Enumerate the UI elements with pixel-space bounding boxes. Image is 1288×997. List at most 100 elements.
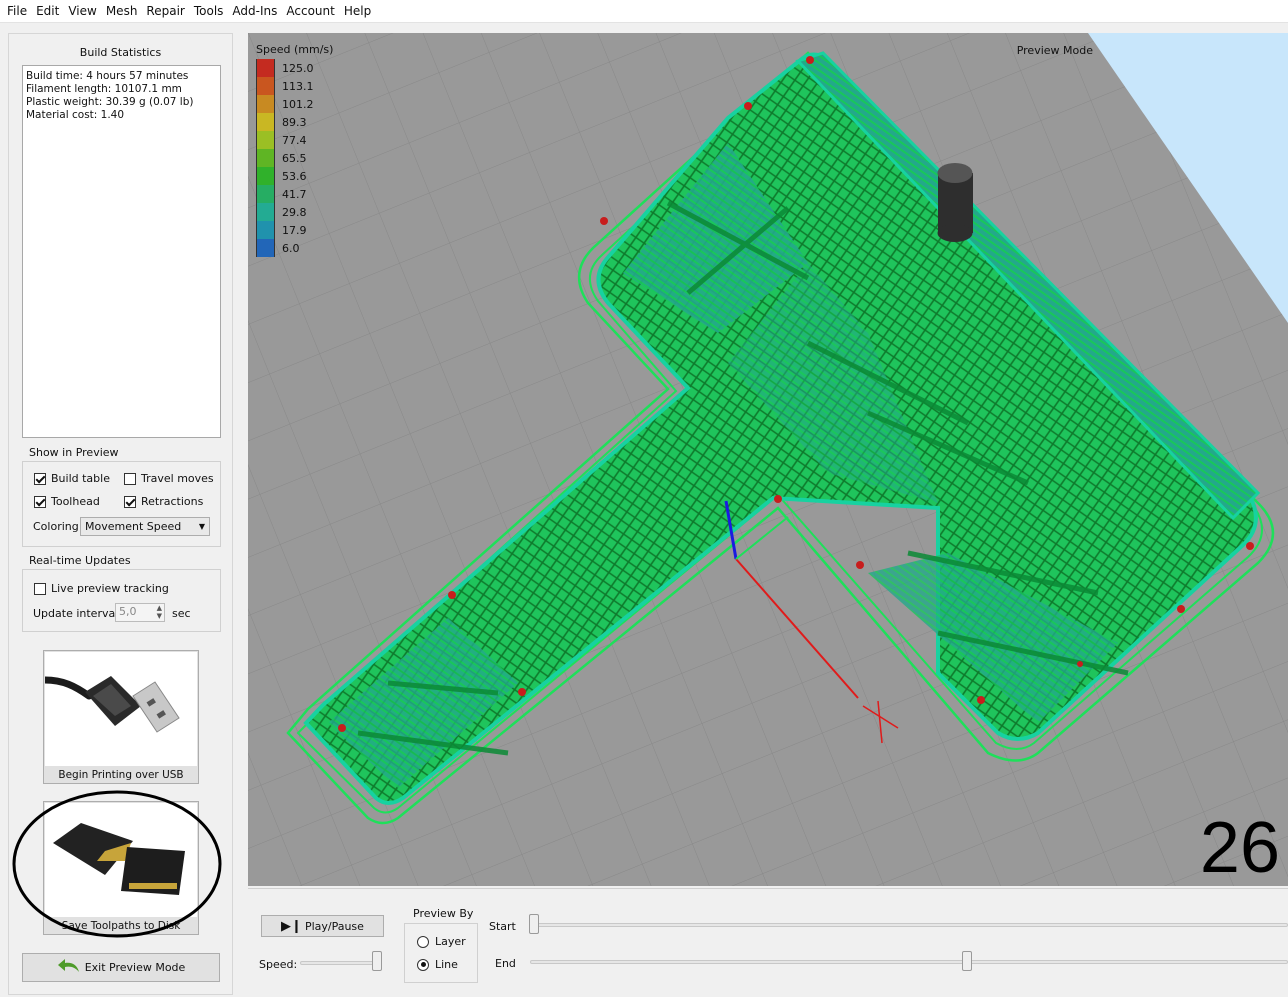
play-pause-label: Play/Pause	[304, 919, 364, 933]
legend-value: 101.2	[282, 97, 314, 111]
line-radio[interactable]: Line	[417, 958, 458, 971]
menu-edit[interactable]: Edit	[32, 4, 63, 18]
legend-entry: 53.6	[256, 167, 333, 185]
build-table-label: Build table	[51, 472, 110, 485]
legend-entry: 89.3	[256, 113, 333, 131]
menu-account[interactable]: Account	[282, 4, 338, 18]
menu-view[interactable]: View	[64, 4, 100, 18]
legend-value: 77.4	[282, 133, 307, 147]
legend-swatch	[256, 185, 275, 203]
play-pause-icon: ▶❙	[281, 918, 302, 934]
layer-radio[interactable]: Layer	[417, 935, 466, 948]
legend-swatch	[256, 131, 275, 149]
coloring-label: Coloring	[33, 520, 79, 533]
realtime-updates-group: Live preview tracking Update interval 5,…	[22, 569, 221, 632]
line-radio-dot[interactable]	[417, 958, 429, 971]
menu-repair[interactable]: Repair	[142, 4, 188, 18]
coloring-select[interactable]: Movement Speed ▼	[80, 517, 210, 536]
legend-entry: 125.0	[256, 59, 333, 77]
layer-number: 26	[1199, 808, 1280, 886]
speed-slider-track[interactable]	[300, 961, 382, 965]
menu-bar: File Edit View Mesh Repair Tools Add-Ins…	[0, 0, 1288, 23]
legend-swatch	[256, 239, 275, 257]
toolhead-checkbox[interactable]: Toolhead	[34, 495, 100, 508]
travel-moves-label: Travel moves	[141, 472, 214, 485]
end-label: End	[495, 957, 516, 970]
legend-entry: 65.5	[256, 149, 333, 167]
line-radio-label: Line	[435, 958, 458, 971]
legend-swatch	[256, 221, 275, 239]
realtime-updates-title: Real-time Updates	[29, 554, 131, 567]
material-cost-text: Material cost: 1.40	[26, 109, 125, 121]
playback-controls: ▶❙ Play/Pause Speed: Preview By Layer Li…	[248, 888, 1288, 997]
speed-label: Speed:	[259, 958, 298, 971]
exit-preview-mode-label: Exit Preview Mode	[84, 961, 186, 974]
toolpath-render	[248, 33, 1288, 886]
start-label: Start	[489, 920, 516, 933]
legend-value: 53.6	[282, 169, 307, 183]
start-slider-handle[interactable]	[529, 914, 539, 934]
legend-entry: 29.8	[256, 203, 333, 221]
build-table-checkbox[interactable]: Build table	[34, 472, 110, 485]
legend-swatch	[256, 77, 275, 95]
layer-radio-dot[interactable]	[417, 935, 429, 948]
legend-entry: 6.0	[256, 239, 333, 257]
menu-mesh[interactable]: Mesh	[102, 4, 142, 18]
left-panel: Build Statistics Build time: 4 hours 57 …	[8, 33, 233, 995]
legend-entry: 17.9	[256, 221, 333, 239]
retractions-checkbox[interactable]: Retractions	[124, 495, 203, 508]
speed-slider-handle[interactable]	[372, 951, 382, 971]
menu-add-ins[interactable]: Add-Ins	[228, 4, 281, 18]
menu-file[interactable]: File	[3, 4, 31, 18]
legend-value: 125.0	[282, 61, 314, 75]
build-table-check[interactable]	[34, 472, 46, 485]
legend-value: 89.3	[282, 115, 307, 129]
legend-value: 29.8	[282, 205, 307, 219]
begin-printing-usb-label: Begin Printing over USB	[58, 769, 184, 781]
toolhead-check[interactable]	[34, 495, 46, 508]
spin-arrows-icon[interactable]: ▲ ▼	[157, 604, 162, 620]
preview-by-group: Layer Line	[404, 923, 478, 983]
legend-entry: 113.1	[256, 77, 333, 95]
legend-value: 113.1	[282, 79, 314, 93]
coloring-value: Movement Speed	[85, 520, 182, 533]
live-preview-label: Live preview tracking	[51, 582, 169, 595]
end-slider-handle[interactable]	[962, 951, 972, 971]
travel-moves-check[interactable]	[124, 472, 136, 485]
legend-title: Speed (mm/s)	[256, 43, 334, 56]
show-in-preview-title: Show in Preview	[29, 446, 119, 459]
3d-preview-viewport[interactable]: Speed (mm/s) 125.0 113.1 101.2 89.3 77.4 65.5…	[248, 33, 1288, 886]
menu-tools[interactable]: Tools	[190, 4, 228, 18]
show-in-preview-group: Build table Travel moves Toolhead Retrac…	[22, 461, 221, 547]
play-pause-button[interactable]: ▶❙ Play/Pause	[261, 915, 384, 937]
legend-value: 6.0	[282, 241, 300, 255]
menu-help[interactable]: Help	[340, 4, 375, 18]
travel-moves-checkbox[interactable]: Travel moves	[124, 472, 214, 485]
begin-printing-usb-button[interactable]: Begin Printing over USB	[41, 650, 199, 784]
highlight-ellipse	[12, 790, 222, 938]
back-arrow-icon	[57, 958, 81, 977]
plastic-weight-text: Plastic weight: 30.39 g (0.07 lb)	[26, 96, 194, 108]
update-interval-label: Update interval	[33, 607, 119, 620]
live-preview-check[interactable]	[34, 582, 46, 595]
layer-radio-label: Layer	[435, 935, 466, 948]
preview-by-title: Preview By	[413, 907, 474, 920]
live-preview-checkbox[interactable]: Live preview tracking	[34, 582, 169, 595]
exit-preview-mode-button[interactable]: Exit Preview Mode	[22, 953, 220, 982]
build-time-text: Build time: 4 hours 57 minutes	[26, 70, 189, 82]
start-slider-track[interactable]	[530, 923, 1288, 927]
usb-cable-image	[41, 652, 197, 766]
filament-length-text: Filament length: 10107.1 mm	[26, 83, 182, 95]
legend-rows: 125.0 113.1 101.2 89.3 77.4 65.5 53.6 41.7 29.8 1…	[256, 59, 333, 257]
speed-legend: Speed (mm/s) 125.0 113.1 101.2 89.3 77.4 65.5…	[256, 43, 333, 257]
end-slider-track[interactable]	[530, 960, 1288, 964]
legend-swatch	[256, 95, 275, 113]
retractions-label: Retractions	[141, 495, 204, 508]
preview-mode-label: Preview Mode	[1016, 44, 1093, 57]
update-interval-value: 5,0	[119, 605, 137, 618]
legend-swatch	[256, 203, 275, 221]
legend-swatch	[256, 167, 275, 185]
retractions-check[interactable]	[124, 495, 136, 508]
update-interval-spinbox[interactable]: 5,0 ▲ ▼	[115, 603, 165, 622]
build-statistics-box: Build time: 4 hours 57 minutes Filament …	[22, 65, 221, 438]
